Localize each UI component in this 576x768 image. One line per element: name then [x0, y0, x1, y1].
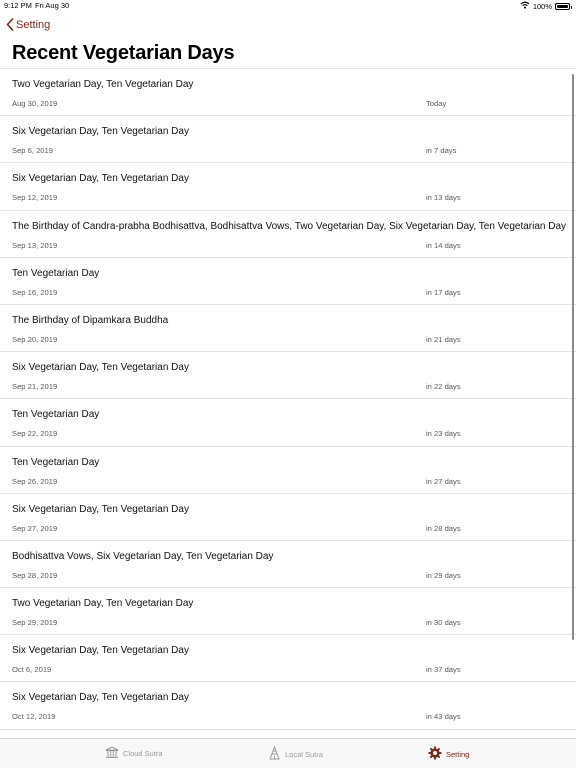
status-date: Fri Aug 30: [35, 1, 70, 10]
list-item-date: Sep 28, 2019: [12, 570, 58, 580]
list-item[interactable]: Two Vegetarian Day, Ten Vegetarian Day Se…: [0, 588, 576, 636]
tab-local-sutra-label: Local Sutra: [285, 749, 323, 759]
list-item[interactable]: Ten Vegetarian Day Sep 22, 2019 in 23 days: [0, 399, 576, 447]
list-item-relative-time: in 29 days: [426, 570, 461, 580]
list-item-date: Sep 20, 2019: [12, 334, 58, 344]
list-item-relative-time: in 22 days: [426, 382, 461, 392]
list-item-date: Oct 6, 2019: [12, 665, 52, 675]
wifi-icon: [520, 1, 530, 11]
battery-icon: [555, 2, 572, 10]
scroll-indicator: [571, 74, 574, 640]
list-item-relative-time: in 30 days: [426, 618, 461, 628]
chevron-left-icon: [6, 18, 14, 31]
list-item-title: Two Vegetarian Day, Ten Vegetarian Day: [12, 598, 194, 610]
list-item[interactable]: The Birthday of Dipamkara Buddha Sep 20, …: [0, 305, 576, 353]
list-item-title: Ten Vegetarian Day: [12, 267, 100, 279]
temple-icon: [105, 746, 119, 761]
gear-icon: [428, 746, 442, 762]
list-item-date: Sep 26, 2019: [12, 476, 58, 486]
list-item-date: Sep 16, 2019: [12, 287, 58, 297]
list-item-relative-time: in 43 days: [426, 712, 461, 722]
list-item-title: Six Vegetarian Day, Ten Vegetarian Day: [12, 362, 189, 374]
list-item-date: Oct 12, 2019: [12, 712, 56, 722]
list-item-relative-time: in 7 days: [426, 146, 457, 156]
list-item-relative-time: in 37 days: [426, 665, 461, 675]
list-item[interactable]: Six Vegetarian Day, Ten Vegetarian Day Se…: [0, 494, 576, 541]
list-item-date: Sep 27, 2019: [12, 523, 58, 533]
list-item-title: Bodhisattva Vows, Six Vegetarian Day, Te…: [12, 550, 274, 562]
list-item[interactable]: Ten Vegetarian Day Sep 16, 2019 in 17 days: [0, 258, 576, 305]
list-item-relative-time: in 13 days: [426, 193, 461, 203]
list-item-date: Sep 29, 2019: [12, 618, 58, 628]
tab-local-sutra[interactable]: Local Sutra: [268, 745, 323, 762]
tab-setting-label: Setting: [446, 749, 470, 759]
list-item-title: Six Vegetarian Day, Ten Vegetarian Day: [12, 126, 189, 138]
status-bar: 9:12 PM Fri Aug 30 100%: [0, 0, 576, 12]
list-item-title: The Birthday of Dipamkara Buddha: [12, 314, 169, 326]
list-item[interactable]: Six Vegetarian Day, Ten Vegetarian Day Oc…: [0, 635, 576, 683]
list-item-date: Sep 21, 2019: [12, 382, 58, 392]
list-item-date: Sep 6, 2019: [12, 146, 53, 156]
list-item-relative-time: in 17 days: [426, 287, 461, 297]
back-button-label: Setting: [16, 18, 51, 31]
list-item[interactable]: Six Vegetarian Day, Ten Vegetarian Day Oc…: [0, 682, 576, 730]
status-time: 9:12 PM: [4, 1, 32, 10]
list-item[interactable]: The Birthday of Candra-prabha Bodhisattv…: [0, 211, 576, 258]
list-item-title: Six Vegetarian Day, Ten Vegetarian Day: [12, 173, 189, 185]
list-item[interactable]: Six Vegetarian Day, Ten Vegetarian Day Se…: [0, 163, 576, 211]
list-item-date: Sep 22, 2019: [12, 429, 58, 439]
list-item[interactable]: Ten Vegetarian Day Sep 26, 2019 in 27 days: [0, 447, 576, 494]
list-item[interactable]: Bodhisattva Vows, Six Vegetarian Day, Te…: [0, 541, 576, 589]
tab-bar: Cloud Sutra Local Sutra Setting: [0, 738, 576, 768]
list-item-relative-time: in 23 days: [426, 429, 461, 439]
tab-cloud-sutra[interactable]: Cloud Sutra: [105, 746, 163, 761]
list-item-relative-time: in 28 days: [426, 523, 461, 533]
tab-setting[interactable]: Setting: [428, 746, 469, 762]
list-item-title: Six Vegetarian Day, Ten Vegetarian Day: [12, 692, 189, 704]
page-title: Recent Vegetarian Days: [12, 42, 235, 64]
list-item[interactable]: Two Vegetarian Day, Ten Vegetarian Day Au…: [0, 69, 576, 117]
pagoda-icon: [268, 745, 281, 762]
list-item-date: Sep 13, 2019: [12, 240, 58, 250]
list-item-title: Six Vegetarian Day, Ten Vegetarian Day: [12, 503, 189, 515]
back-button[interactable]: Setting: [6, 18, 50, 31]
list-item-relative-time: in 27 days: [426, 476, 461, 486]
list-item-title: Six Vegetarian Day, Ten Vegetarian Day: [12, 645, 189, 657]
status-right: 100%: [520, 1, 572, 11]
list-item-title: The Birthday of Candra-prabha Bodhisattv…: [12, 220, 567, 232]
list-item-title: Ten Vegetarian Day: [12, 409, 100, 421]
list-item-relative-time: in 14 days: [426, 240, 461, 250]
list-item-title: Two Vegetarian Day, Ten Vegetarian Day: [12, 79, 194, 90]
list-item-date: Sep 12, 2019: [12, 193, 58, 203]
tab-cloud-sutra-label: Cloud Sutra: [123, 749, 163, 758]
vegetarian-days-list[interactable]: Two Vegetarian Day, Ten Vegetarian Day Au…: [0, 68, 576, 738]
list-item-date: Aug 30, 2019: [12, 99, 58, 108]
list-item[interactable]: Six Vegetarian Day, Ten Vegetarian Day Se…: [0, 352, 576, 400]
battery-percent: 100%: [532, 1, 552, 11]
list-item-relative-time: in 21 days: [426, 334, 461, 344]
list-item[interactable]: Six Vegetarian Day, Ten Vegetarian Day Se…: [0, 116, 576, 164]
list-item-relative-time: Today: [426, 99, 447, 108]
list-item-title: Ten Vegetarian Day: [12, 456, 100, 468]
